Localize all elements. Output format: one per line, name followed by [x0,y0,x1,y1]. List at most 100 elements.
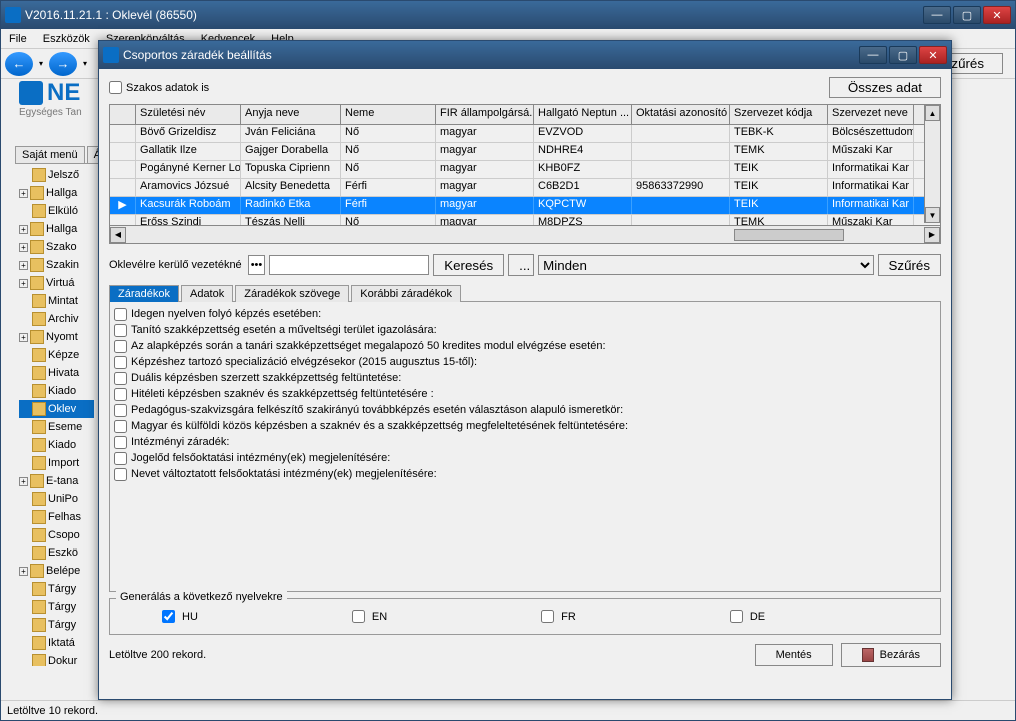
tree-node[interactable]: Jelsző [19,166,94,184]
lang-checkbox[interactable] [162,610,175,623]
maximize-button[interactable]: ▢ [953,6,981,24]
hscroll-thumb[interactable] [734,229,844,241]
tree-node[interactable]: +E-tana [19,472,94,490]
subtab[interactable]: Adatok [181,285,233,302]
tree-node[interactable]: +Hallga [19,184,94,202]
nav-forward-button[interactable]: → [49,52,77,76]
zaradek-checkbox[interactable] [114,468,127,481]
tree-node[interactable]: Eseme [19,418,94,436]
tree-node[interactable]: Import [19,454,94,472]
tree-node[interactable]: Csopo [19,526,94,544]
table-row[interactable]: Bövő GrizeldiszJván FeliciánaNőmagyarEVZ… [110,125,940,143]
table-row[interactable]: Gallatik IlzeGajger DorabellaNőmagyarNDH… [110,143,940,161]
szures-button[interactable]: Szűrés [878,254,941,276]
osszes-adat-button[interactable]: Összes adat [829,77,941,98]
szakos-checkbox-label[interactable]: Szakos adatok is [109,81,209,94]
tree-node[interactable]: Kiado [19,382,94,400]
column-header[interactable]: Oktatási azonosító [632,105,730,124]
subtab[interactable]: Korábbi záradékok [351,285,461,302]
table-row[interactable]: Pogányné Kerner LoTopuska CipriennNőmagy… [110,161,940,179]
mentes-button[interactable]: Mentés [755,644,833,666]
filter-select[interactable]: Minden [538,255,873,275]
expand-icon[interactable]: + [19,279,28,288]
dialog-maximize-button[interactable]: ▢ [889,46,917,64]
search-input[interactable] [269,255,429,275]
zaradek-checkbox[interactable] [114,324,127,337]
tree-node[interactable]: +Belépe [19,562,94,580]
column-header[interactable]: Hallgató Neptun ... [534,105,632,124]
tree-node[interactable]: Oklev [19,400,94,418]
zaradek-checkbox[interactable] [114,372,127,385]
grid-hscroll[interactable]: ◀ ▶ [110,225,940,243]
kereses-button[interactable]: Keresés [433,254,504,276]
column-header[interactable]: FIR állampolgársá... [436,105,534,124]
tree-node[interactable]: Kiado [19,436,94,454]
lang-checkbox[interactable] [541,610,554,623]
tree-node[interactable]: +Szakin [19,256,94,274]
nav-tree[interactable]: Jelsző+HallgaElküló+Hallga+Szako+Szakin+… [19,166,94,666]
nav-back-button[interactable]: ← [5,52,33,76]
column-header[interactable]: Anyja neve [241,105,341,124]
tree-node[interactable]: Eszkö [19,544,94,562]
tree-node[interactable]: Képze [19,346,94,364]
column-header[interactable]: Születési név [136,105,241,124]
tree-node[interactable]: Tárgy [19,616,94,634]
scroll-down-icon[interactable]: ▼ [925,207,940,223]
zaradek-checkbox[interactable] [114,452,127,465]
scroll-up-icon[interactable]: ▲ [925,105,940,121]
expand-icon[interactable]: + [19,243,28,252]
close-button[interactable]: ✕ [983,6,1011,24]
zaradekok-checklist[interactable]: Idegen nyelven folyó képzés esetében:Tan… [109,302,941,592]
dialog-minimize-button[interactable]: — [859,46,887,64]
zaradek-checkbox[interactable] [114,420,127,433]
tree-node[interactable]: Mintat [19,292,94,310]
tree-node[interactable]: Dokur [19,652,94,666]
zaradek-checkbox[interactable] [114,388,127,401]
grid-vscroll[interactable]: ▲ ▼ [924,105,940,223]
tree-node[interactable]: +Virtuá [19,274,94,292]
scroll-right-icon[interactable]: ▶ [924,227,940,243]
zaradek-checkbox[interactable] [114,356,127,369]
zaradek-checkbox[interactable] [114,404,127,417]
subtab[interactable]: Záradékok [109,285,179,302]
lang-option[interactable]: EN [348,607,387,626]
zaradek-checkbox[interactable] [114,340,127,353]
browse-button[interactable]: ... [508,254,534,276]
expand-icon[interactable]: + [19,225,28,234]
nav-back-drop[interactable]: ▾ [35,52,47,76]
tree-node[interactable]: +Szako [19,238,94,256]
column-header[interactable]: Szervezet kódja [730,105,828,124]
bezaras-button[interactable]: Bezárás [841,643,941,667]
subtab[interactable]: Záradékok szövege [235,285,349,302]
tree-node[interactable]: +Nyomt [19,328,94,346]
szakos-checkbox[interactable] [109,81,122,94]
tree-node[interactable]: Tárgy [19,580,94,598]
lang-option[interactable]: HU [158,607,198,626]
menu-tools[interactable]: Eszközök [39,31,94,47]
expand-icon[interactable]: + [19,261,28,270]
lang-option[interactable]: FR [537,607,576,626]
tree-node[interactable]: Iktatá [19,634,94,652]
expand-icon[interactable]: + [19,477,28,486]
zaradek-checkbox[interactable] [114,436,127,449]
tree-node[interactable]: Tárgy [19,598,94,616]
data-grid[interactable]: Születési névAnyja neveNemeFIR állampolg… [109,104,941,244]
tree-node[interactable]: Elküló [19,202,94,220]
nav-forward-drop[interactable]: ▾ [79,52,91,76]
lang-checkbox[interactable] [730,610,743,623]
tree-node[interactable]: Hivata [19,364,94,382]
lang-option[interactable]: DE [726,607,765,626]
expand-icon[interactable]: + [19,333,28,342]
table-row[interactable]: Aramovics JózsuéAlcsity BenedettaFérfima… [110,179,940,197]
table-row[interactable]: ▶Kacsurák RoboámRadinkó EtkaFérfimagyarK… [110,197,940,215]
scroll-left-icon[interactable]: ◀ [110,227,126,243]
menu-file[interactable]: File [5,31,31,47]
tab-sajat-menu[interactable]: Saját menü [15,146,85,163]
column-header[interactable]: Szervezet neve [828,105,914,124]
tree-node[interactable]: Felhas [19,508,94,526]
dialog-close-button[interactable]: ✕ [919,46,947,64]
tree-node[interactable]: Archiv [19,310,94,328]
tree-node[interactable]: UniPo [19,490,94,508]
expand-icon[interactable]: + [19,189,28,198]
expand-icon[interactable]: + [19,567,28,576]
